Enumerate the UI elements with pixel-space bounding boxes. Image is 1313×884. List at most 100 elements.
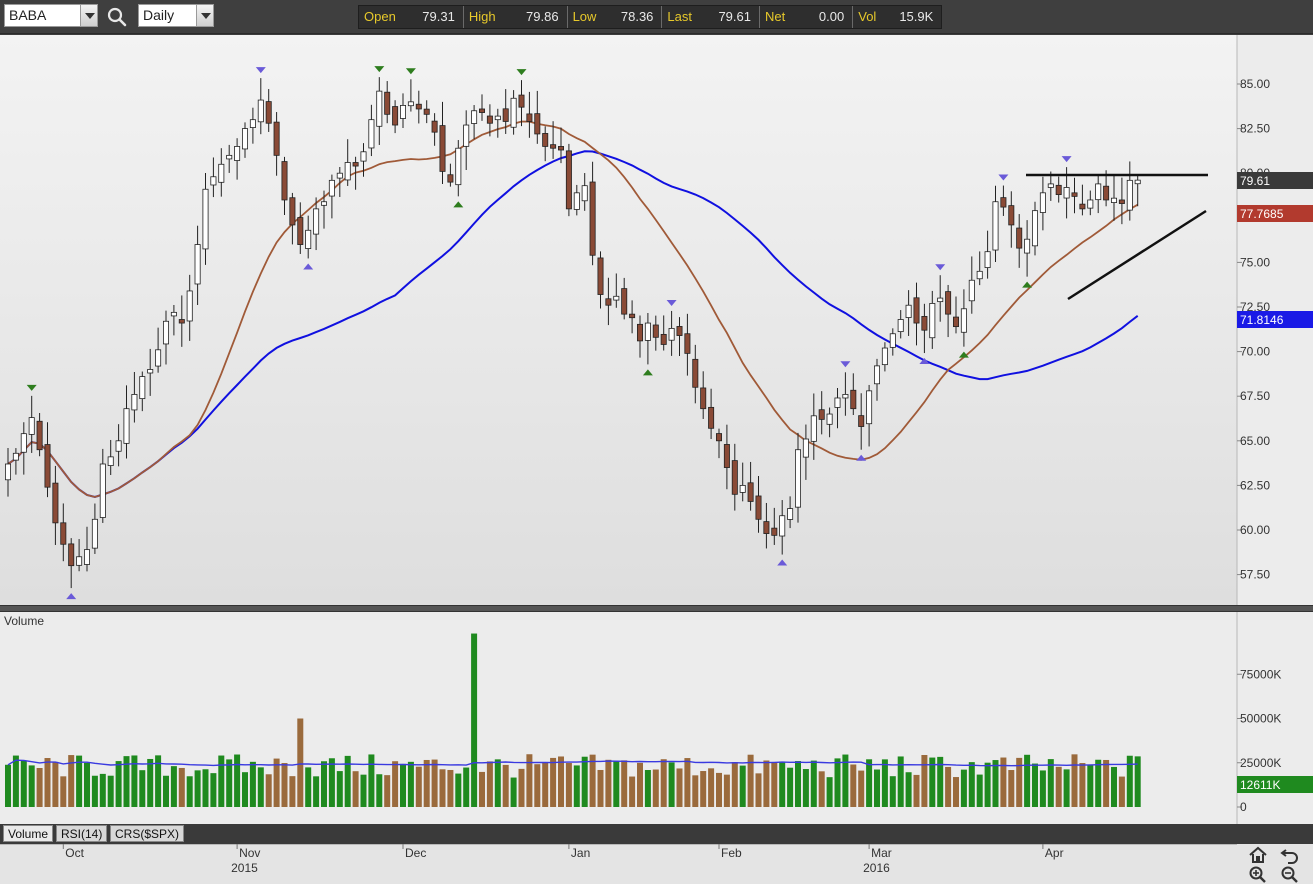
volume-bar[interactable] [913,774,920,807]
home-icon[interactable] [1248,846,1268,864]
volume-bar[interactable] [281,763,288,807]
volume-bar[interactable] [708,768,715,807]
volume-chart[interactable]: 75000K 50000K 25000K 0 12611K [0,612,1313,824]
volume-bar[interactable] [795,761,801,807]
volume-bar[interactable] [76,755,83,807]
volume-bar[interactable] [881,759,888,807]
volume-bar[interactable] [802,769,809,807]
panel-divider[interactable] [0,605,1313,612]
volume-bar[interactable] [242,772,248,807]
volume-bar[interactable] [589,754,596,807]
volume-bar[interactable] [771,762,778,807]
volume-bar[interactable] [834,758,841,807]
volume-bar[interactable] [581,756,588,807]
volume-bar[interactable] [194,770,201,807]
volume-bar[interactable] [652,769,659,807]
volume-bar[interactable] [360,774,367,807]
volume-bar[interactable] [700,771,707,807]
volume-bar[interactable] [313,776,320,807]
volume-bar[interactable] [1118,776,1125,807]
interval-dropdown-button[interactable] [196,5,213,26]
symbol-input[interactable]: BABA [4,4,98,27]
volume-bar[interactable] [249,761,256,807]
volume-bar[interactable] [573,765,580,807]
volume-bar[interactable] [550,757,557,807]
volume-bar[interactable] [676,768,683,807]
volume-bar[interactable] [115,761,122,807]
volume-bar[interactable] [1111,766,1117,807]
volume-bar[interactable] [984,762,991,807]
volume-bar[interactable] [305,767,312,807]
volume-bar[interactable] [226,759,233,807]
volume-bar[interactable] [471,633,478,807]
volume-bar[interactable] [731,762,738,807]
volume-bar[interactable] [597,769,604,807]
volume-bar[interactable] [12,755,19,807]
volume-bar[interactable] [558,756,564,807]
volume-bar[interactable] [178,767,185,807]
volume-bar[interactable] [684,758,691,807]
volume-bar[interactable] [723,774,730,807]
volume-bar[interactable] [850,764,857,807]
volume-bar[interactable] [479,771,485,807]
volume-bar[interactable] [36,767,43,807]
volume-bar[interactable] [376,774,383,807]
volume-bar[interactable] [84,762,90,807]
volume-bar[interactable] [407,761,414,807]
volume-bar[interactable] [273,758,280,807]
volume-bar[interactable] [960,769,967,807]
symbol-dropdown-button[interactable] [80,5,97,26]
volume-bar[interactable] [5,764,11,807]
volume-bar[interactable] [565,763,572,807]
volume-bar[interactable] [818,771,825,807]
volume-bar[interactable] [660,759,667,807]
volume-bar[interactable] [1032,763,1038,807]
volume-bar[interactable] [542,762,549,807]
volume-bar[interactable] [1079,763,1086,807]
volume-bar[interactable] [692,775,699,807]
volume-bar[interactable] [163,775,169,807]
volume-bar[interactable] [139,770,146,807]
volume-bar[interactable] [186,776,193,807]
volume-bar[interactable] [874,769,880,807]
volume-bar[interactable] [1008,770,1015,807]
volume-bar[interactable] [613,760,620,807]
volume-bar[interactable] [297,718,304,808]
volume-bar[interactable] [534,764,541,807]
tab-rsi[interactable]: RSI(14) [56,825,108,842]
volume-bar[interactable] [1039,770,1046,807]
volume-bar[interactable] [810,760,817,807]
volume-bar[interactable] [502,764,509,807]
volume-bar[interactable] [202,769,209,807]
volume-bar[interactable] [91,775,98,807]
volume-bar[interactable] [44,758,51,807]
volume-bar[interactable] [1126,755,1133,807]
volume-bar[interactable] [415,766,422,807]
volume-bar[interactable] [52,761,59,807]
volume-bar[interactable] [605,759,612,807]
volume-bar[interactable] [629,776,636,807]
volume-bar[interactable] [716,772,722,807]
volume-bar[interactable] [20,760,27,807]
volume-bar[interactable] [368,754,375,807]
volume-bar[interactable] [510,777,517,807]
volume-bar[interactable] [1047,759,1054,807]
volume-bar[interactable] [99,773,106,807]
price-panel[interactable]: 85.0082.5080.0077.5075.0072.5070.0067.50… [0,35,1313,605]
volume-bar[interactable] [992,760,999,807]
volume-bar[interactable] [486,761,493,807]
volume-bar[interactable] [1024,754,1031,807]
volume-bar[interactable] [210,773,217,807]
volume-bar[interactable] [28,765,35,807]
volume-bar[interactable] [755,773,762,807]
volume-bar[interactable] [265,774,272,807]
volume-bar[interactable] [336,771,343,807]
volume-bar[interactable] [518,768,525,807]
volume-bar[interactable] [897,756,904,807]
volume-bar[interactable] [1087,765,1094,807]
volume-bar[interactable] [889,776,896,807]
volume-bar[interactable] [866,759,873,807]
volume-bar[interactable] [455,773,462,807]
volume-bar[interactable] [384,775,391,807]
zoom-in-icon[interactable] [1248,865,1268,883]
